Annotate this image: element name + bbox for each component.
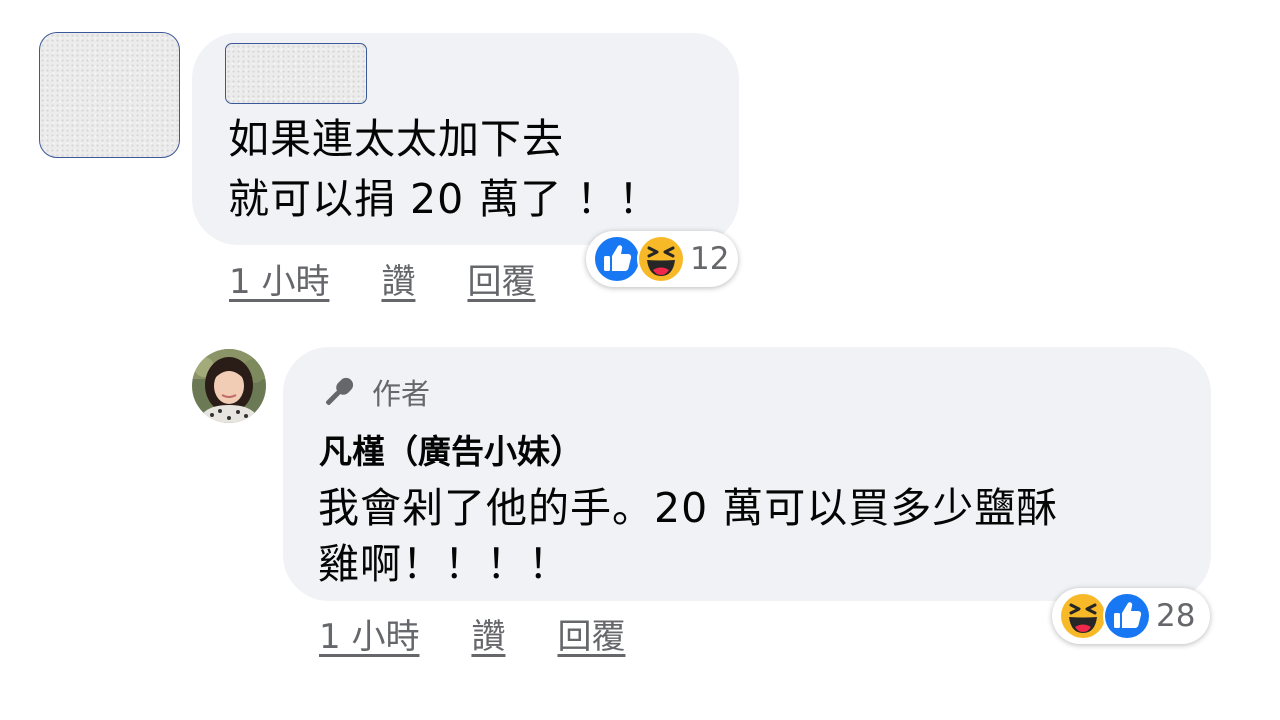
timestamp-link[interactable]: 1 小時 [229, 254, 329, 303]
commenter-name[interactable]: 凡槿（廣告小妹） [319, 425, 583, 473]
comment-text-line: 雞啊！！！！ [318, 540, 570, 588]
author-badge: 作者 [320, 370, 430, 414]
author-avatar[interactable] [192, 349, 266, 423]
reply-button[interactable]: 回覆 [557, 609, 625, 658]
comment-actions: 1 小時 讚 回覆 [319, 609, 625, 658]
like-icon [1103, 592, 1151, 640]
like-button[interactable]: 讚 [471, 609, 505, 658]
reaction-summary[interactable]: 28 [1052, 588, 1210, 644]
author-label: 作者 [372, 377, 431, 411]
haha-icon [1059, 592, 1107, 640]
like-icon [593, 235, 641, 283]
reaction-count: 12 [690, 241, 730, 277]
like-button[interactable]: 讚 [381, 254, 415, 303]
reply-button[interactable]: 回覆 [467, 254, 535, 303]
comment-text-line: 如果連太太加下去 [228, 115, 564, 163]
comment-text-line: 我會剁了他的手。20 萬可以買多少鹽酥 [318, 484, 1059, 532]
redacted-commenter-name[interactable] [225, 43, 367, 104]
comment-actions: 1 小時 讚 回覆 [229, 254, 535, 303]
redacted-avatar[interactable] [39, 32, 180, 158]
haha-icon [637, 235, 685, 283]
reaction-count: 28 [1156, 598, 1196, 634]
reaction-summary[interactable]: 12 [586, 231, 738, 287]
timestamp-link[interactable]: 1 小時 [319, 609, 419, 658]
microphone-icon [326, 377, 354, 405]
comment-text-line: 就可以捐 20 萬了 ！！ [228, 175, 661, 223]
